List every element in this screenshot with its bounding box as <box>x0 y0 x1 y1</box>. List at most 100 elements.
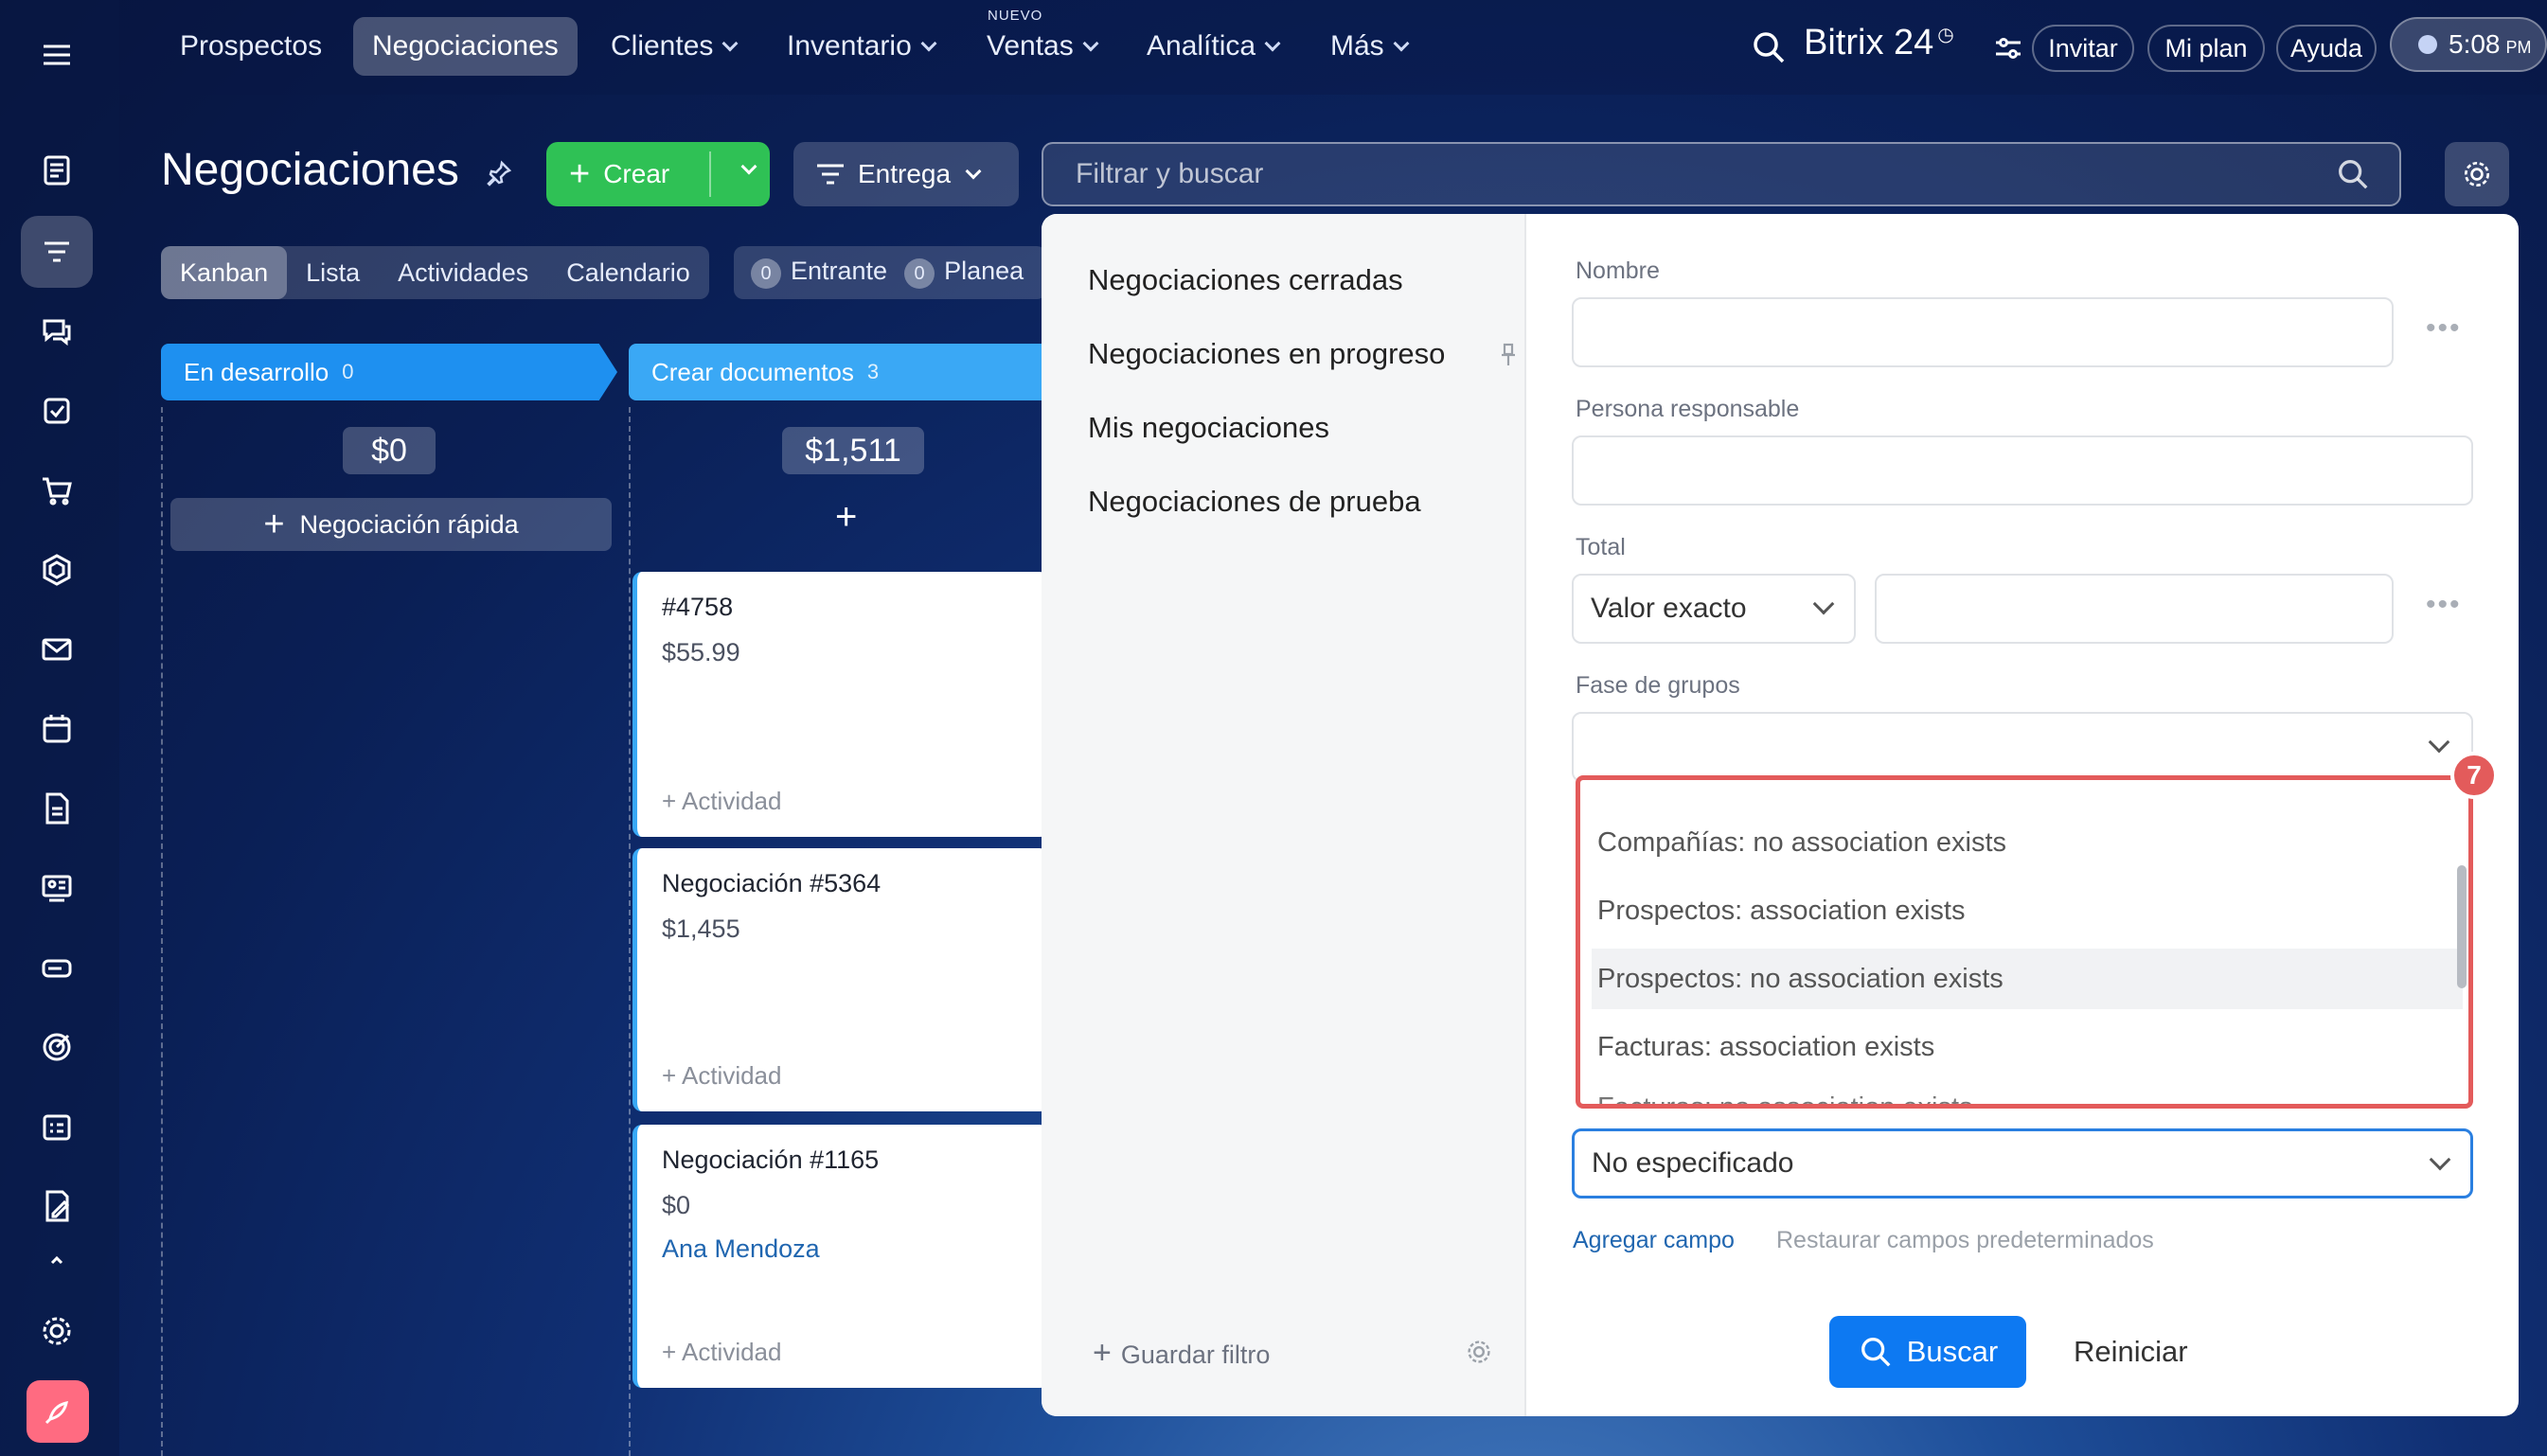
preset-closed-deals[interactable]: Negociaciones cerradas <box>1088 263 1403 297</box>
work-time-button[interactable]: 5:08 PM <box>2390 17 2547 72</box>
marketing-target-icon[interactable] <box>21 1011 93 1083</box>
preset-deals-in-progress[interactable]: Negociaciones en progreso <box>1088 337 1445 371</box>
nav-analitica[interactable]: Analítica <box>1128 17 1297 76</box>
create-dropdown-chevron-icon[interactable] <box>740 158 757 175</box>
field-label-group-stage: Fase de grupos <box>1576 672 1740 699</box>
filter-popup: Negociaciones cerradas Negociaciones en … <box>1042 214 2519 1416</box>
add-activity-link[interactable]: + Actividad <box>662 1061 781 1091</box>
sites-icon[interactable] <box>21 534 93 606</box>
quick-deal-button[interactable]: + Negociación rápida <box>170 498 612 551</box>
dropdown-option[interactable]: Facturas: no association exists <box>1592 1077 2463 1105</box>
deal-title[interactable]: Negociación #5364 <box>662 869 881 898</box>
nav-mas[interactable]: Más <box>1311 17 1426 76</box>
menu-icon[interactable] <box>21 19 93 91</box>
tab-lista[interactable]: Lista <box>287 246 379 299</box>
add-activity-link[interactable]: + Actividad <box>662 787 781 816</box>
preset-test-deals[interactable]: Negociaciones de prueba <box>1088 485 1421 519</box>
calendar-icon[interactable] <box>21 693 93 765</box>
dropdown-option[interactable]: Facturas: association exists <box>1592 1017 2463 1077</box>
counter-entrante[interactable]: 0 Entrante <box>751 257 887 290</box>
settings-gear-icon[interactable] <box>21 1295 93 1367</box>
nav-inventario[interactable]: Inventario <box>768 17 953 76</box>
add-activity-link[interactable]: + Actividad <box>662 1338 781 1367</box>
nav-negociaciones[interactable]: Negociaciones <box>353 17 578 76</box>
association-select[interactable]: No especificado <box>1572 1128 2473 1199</box>
stage-count: 3 <box>866 360 880 383</box>
responsible-input[interactable] <box>1572 435 2473 506</box>
pin-icon[interactable] <box>1500 343 1517 367</box>
collapse-up-icon[interactable] <box>21 1240 93 1278</box>
deal-card[interactable]: Negociación #1165 $0 Ana Mendoza + Activ… <box>632 1125 1049 1388</box>
add-field-link[interactable]: Agregar campo <box>1573 1227 1735 1254</box>
reset-button[interactable]: Reiniciar <box>2074 1316 2188 1388</box>
total-value-input[interactable] <box>1875 574 2394 644</box>
nav-prospectos[interactable]: Prospectos <box>161 17 341 76</box>
more-options-icon[interactable]: ••• <box>2426 589 2462 621</box>
rocket-icon[interactable] <box>27 1380 89 1443</box>
tasks-icon[interactable] <box>21 375 93 447</box>
dropdown-option[interactable]: Compañías: no association exists <box>1592 812 2463 873</box>
filter-search-input[interactable]: Filtrar y buscar <box>1042 142 2401 206</box>
plus-icon: + <box>263 505 285 544</box>
group-stage-select[interactable] <box>1572 712 2473 782</box>
create-button[interactable]: + Crear <box>546 142 770 206</box>
more-options-icon[interactable]: ••• <box>2426 312 2462 345</box>
brand-logo[interactable]: Bitrix 24 ◷ <box>1804 23 1954 63</box>
my-plan-button[interactable]: Mi plan <box>2147 25 2265 72</box>
gear-icon <box>2464 161 2490 187</box>
save-filter-button[interactable]: + Guardar filtro <box>1093 1337 1270 1370</box>
dropdown-option[interactable] <box>1592 780 2463 799</box>
stage-header-crear-documentos[interactable]: Crear documentos 3 <box>629 344 1064 400</box>
chevron-down-icon <box>721 35 739 52</box>
search-icon[interactable] <box>1750 28 1788 66</box>
nav-label: Negociaciones <box>372 30 559 62</box>
tab-kanban[interactable]: Kanban <box>161 246 288 299</box>
document-icon[interactable] <box>21 772 93 844</box>
stage-count: 0 <box>342 360 354 383</box>
total-mode-select[interactable]: Valor exacto <box>1572 574 1856 644</box>
dropdown-option[interactable]: Prospectos: association exists <box>1592 880 2463 941</box>
nav-label: Prospectos <box>180 30 323 62</box>
counter-planeadas[interactable]: 0 Planea <box>904 257 1024 290</box>
search-button[interactable]: Buscar <box>1829 1316 2026 1388</box>
planner-icon[interactable] <box>21 1091 93 1163</box>
nav-clientes[interactable]: Clientes <box>592 17 755 76</box>
stage-sum: $0 <box>343 427 436 474</box>
name-input[interactable] <box>1572 297 2394 367</box>
deal-title[interactable]: #4758 <box>662 593 733 622</box>
pin-icon[interactable] <box>485 159 513 187</box>
gear-icon[interactable] <box>1464 1337 1494 1367</box>
deal-card[interactable]: #4758 $55.99 + Actividad <box>632 572 1049 837</box>
brand-text: Bitrix 24 <box>1804 23 1934 62</box>
save-filter-label: Guardar filtro <box>1120 1341 1271 1369</box>
drive-icon[interactable] <box>21 932 93 1003</box>
crm-funnel-icon[interactable] <box>21 216 93 288</box>
sliders-icon[interactable] <box>1992 32 2024 64</box>
sign-document-icon[interactable] <box>21 1170 93 1242</box>
tab-actividades[interactable]: Actividades <box>379 246 547 299</box>
add-deal-plus-icon[interactable]: + <box>835 498 857 536</box>
search-icon[interactable] <box>2335 156 2371 192</box>
stage-header-en-desarrollo[interactable]: En desarrollo 0 <box>161 344 617 400</box>
chat-icon[interactable] <box>21 295 93 367</box>
dropdown-option[interactable]: Prospectos: no association exists <box>1592 949 2463 1009</box>
cart-icon[interactable] <box>21 454 93 526</box>
clock-small-icon: ◷ <box>1937 25 1954 45</box>
mail-icon[interactable] <box>21 613 93 685</box>
help-button[interactable]: Ayuda <box>2276 25 2377 72</box>
pipeline-select-button[interactable]: Entrega <box>793 142 1019 206</box>
deal-title[interactable]: Negociación #1165 <box>662 1145 879 1175</box>
settings-button[interactable] <box>2445 142 2509 206</box>
restore-default-fields-link[interactable]: Restaurar campos predeterminados <box>1776 1227 2154 1254</box>
invite-button[interactable]: Invitar <box>2032 25 2134 72</box>
preset-my-deals[interactable]: Mis negociaciones <box>1088 411 1329 445</box>
feed-icon[interactable] <box>21 134 93 206</box>
deal-contact-link[interactable]: Ana Mendoza <box>662 1234 820 1264</box>
tab-calendario[interactable]: Calendario <box>547 246 709 299</box>
quick-deal-label: Negociación rápida <box>299 509 519 539</box>
association-dropdown-list[interactable]: Compañías: no association exists Prospec… <box>1576 775 2473 1109</box>
contact-center-icon[interactable] <box>21 852 93 924</box>
dropdown-scrollbar[interactable] <box>2457 865 2467 988</box>
nav-ventas[interactable]: Ventas <box>968 17 1115 76</box>
deal-card[interactable]: Negociación #5364 $1,455 + Actividad <box>632 848 1049 1111</box>
